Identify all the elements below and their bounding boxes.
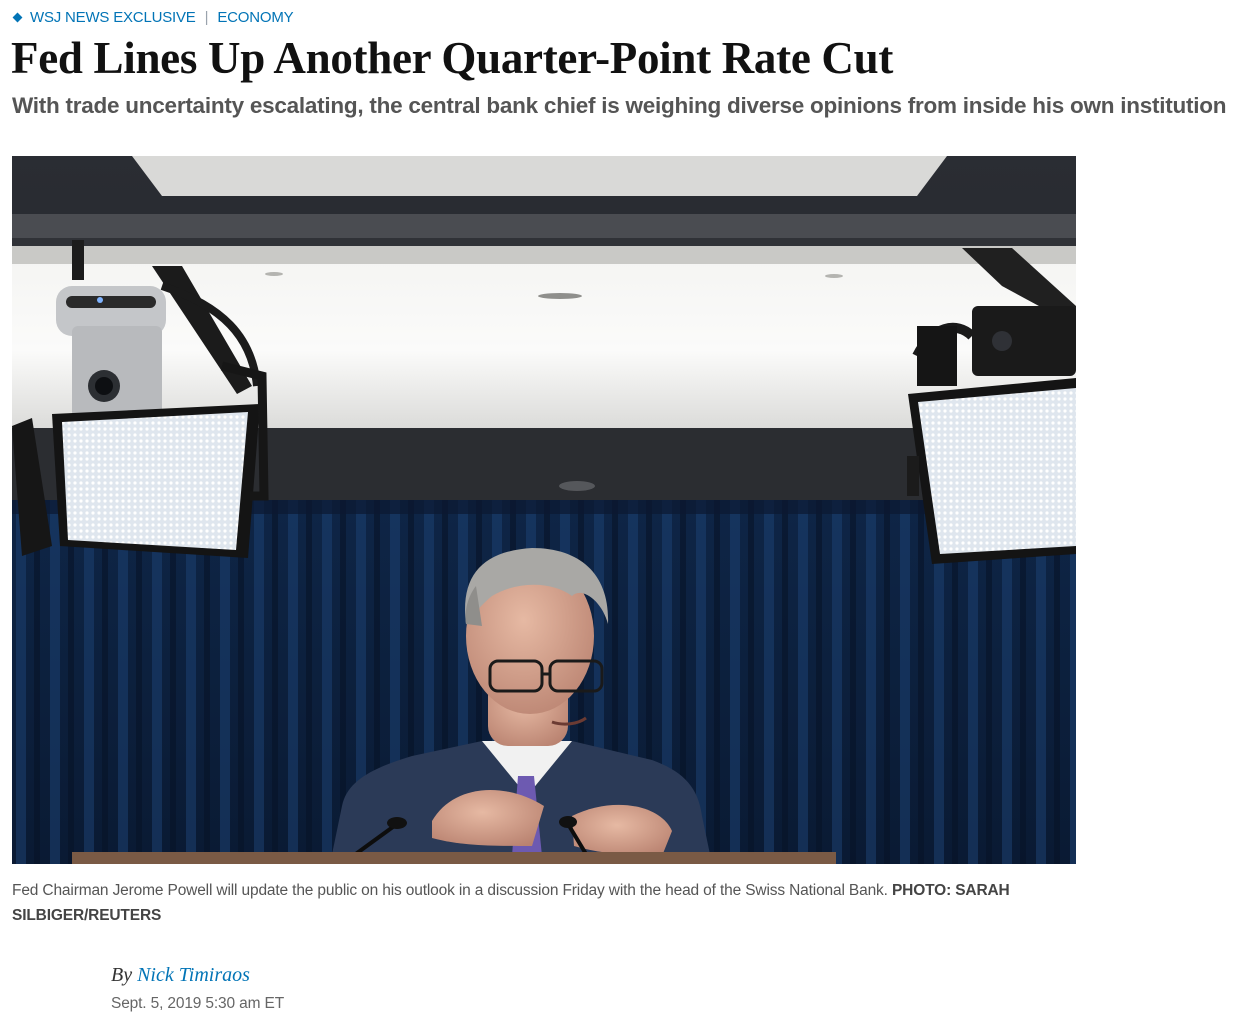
article-timestamp: Sept. 5, 2019 5:30 am ET xyxy=(111,995,285,1012)
article-byline: By Nick Timiraos xyxy=(111,961,250,989)
flashline-link[interactable]: WSJ NEWS EXCLUSIVE xyxy=(30,9,196,26)
article-lead-photo[interactable] xyxy=(12,156,1076,864)
photo-caption: Fed Chairman Jerome Powell will update t… xyxy=(12,878,1062,928)
article-headline: Fed Lines Up Another Quarter-Point Rate … xyxy=(11,33,894,83)
article-dek: With trade uncertainty escalating, the c… xyxy=(12,93,1227,118)
author-link[interactable]: Nick Timiraos xyxy=(137,964,250,986)
flashline-divider: | xyxy=(204,8,209,26)
article-flashline: WSJ NEWS EXCLUSIVE | ECONOMY xyxy=(12,6,294,28)
byline-prefix: By xyxy=(111,964,133,986)
caption-text: Fed Chairman Jerome Powell will update t… xyxy=(12,882,892,899)
section-link-economy[interactable]: ECONOMY xyxy=(217,9,293,26)
diamond-icon xyxy=(12,12,23,22)
